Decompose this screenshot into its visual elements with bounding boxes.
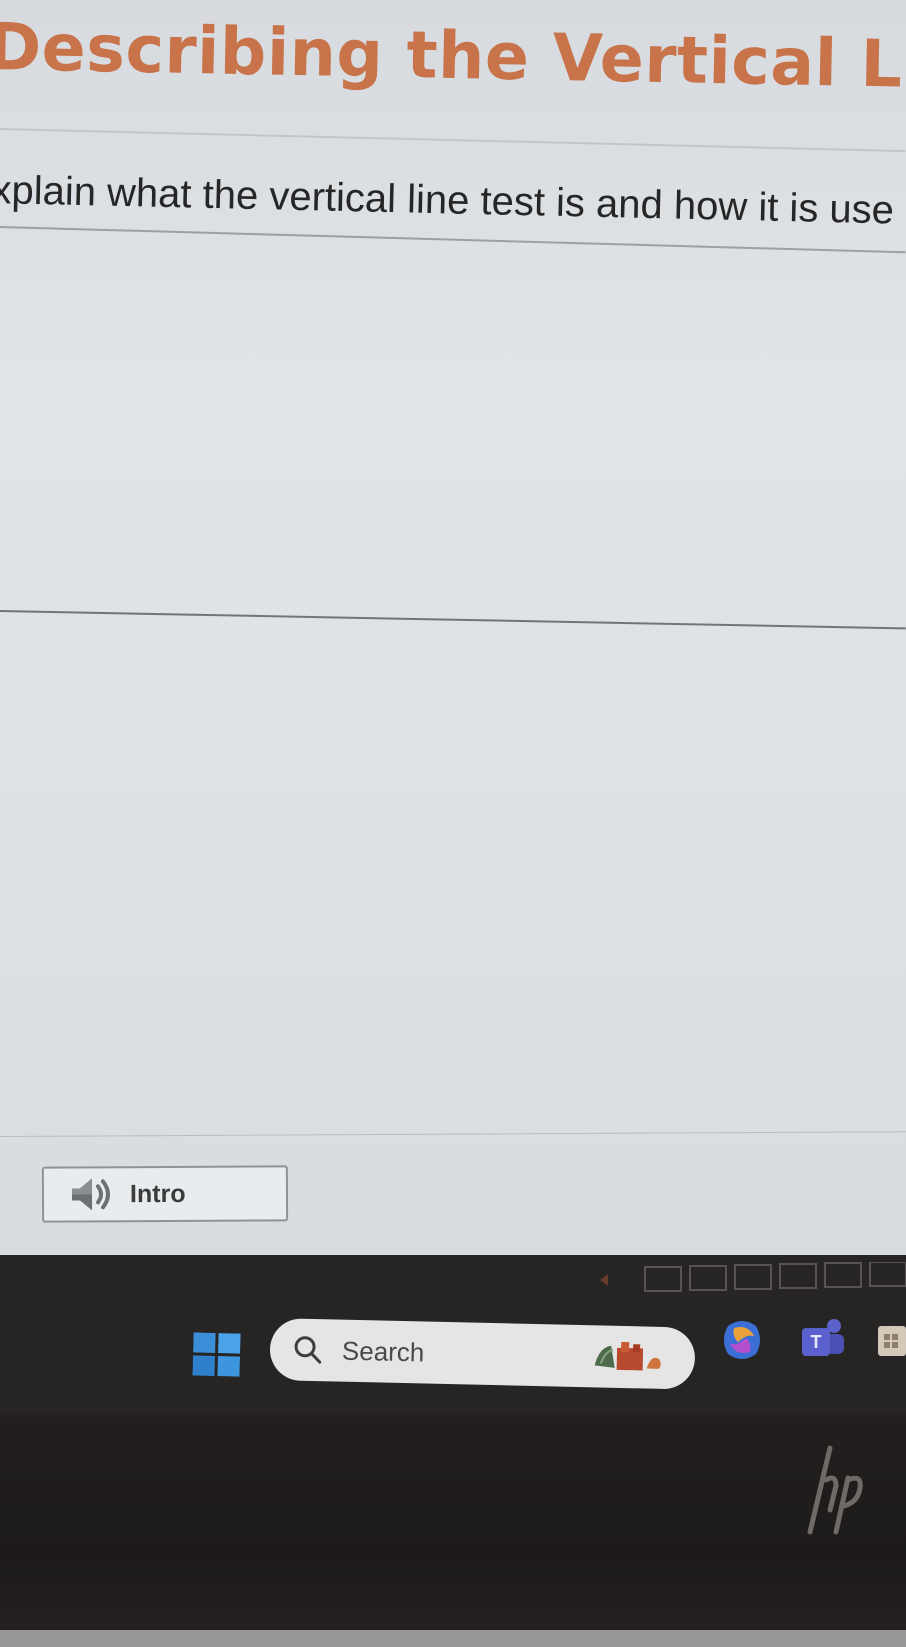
title-divider [0, 128, 906, 153]
content-area [0, 620, 906, 1130]
intro-button-label: Intro [129, 1179, 186, 1208]
search-highlight-icon [594, 1341, 661, 1371]
taskbar-search-box[interactable]: Search [269, 1318, 696, 1390]
laptop-bezel [0, 1415, 906, 1647]
screen-bottom-edge [0, 1630, 906, 1647]
page-title: Describing the Vertical Line T [0, 10, 906, 106]
hp-logo-icon [807, 1445, 863, 1535]
intro-audio-button[interactable]: Intro [41, 1165, 289, 1223]
store-icon[interactable] [878, 1320, 906, 1360]
footer-divider [0, 1131, 906, 1137]
copilot-icon[interactable] [720, 1318, 764, 1362]
activity-screen: Describing the Vertical Line T xplain wh… [0, 0, 906, 1255]
question-prompt: xplain what the vertical line test is an… [0, 168, 895, 233]
windows-start-icon[interactable] [192, 1332, 241, 1377]
svg-text:T: T [811, 1332, 822, 1352]
teams-icon[interactable]: T [800, 1316, 846, 1360]
answer-input[interactable] [0, 232, 906, 612]
speaker-icon [71, 1178, 110, 1211]
search-placeholder: Search [341, 1335, 425, 1367]
search-icon [294, 1336, 322, 1364]
window-preview-strip [600, 1262, 906, 1292]
